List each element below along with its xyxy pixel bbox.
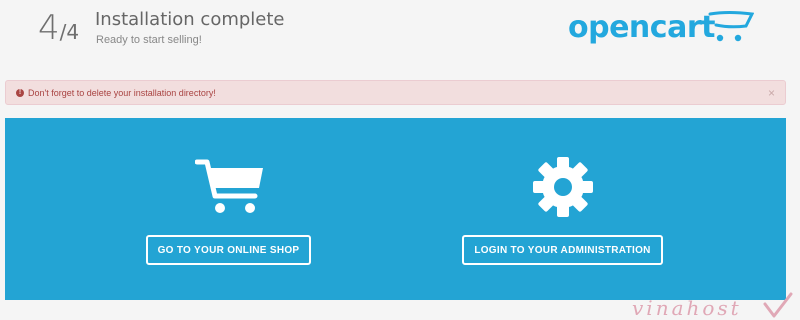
shopping-cart-icon [195,159,263,213]
alert-message: Don't forget to delete your installation… [28,87,216,98]
checkmark-icon [763,292,793,318]
opencart-logo: opencart [568,8,758,48]
alert-close-button[interactable]: × [768,86,775,100]
step-total: /4 [59,20,80,44]
logo-text: opencart [568,10,715,45]
next-steps-panel: GO TO YOUR ONLINE SHOP LOGIN TO YOUR ADM… [5,118,786,300]
login-admin-button[interactable]: LOGIN TO YOUR ADMINISTRATION [462,235,663,265]
warning-alert: ! Don't forget to delete your installati… [5,80,786,105]
watermark-text: vinahost [632,296,742,320]
gear-icon [533,157,593,217]
exclamation-circle-icon: ! [16,88,24,97]
page-title: Installation complete [95,9,285,30]
header: 4/4 Installation complete Ready to start… [0,0,800,70]
step-indicator: 4/4 [38,8,79,48]
step-current: 4 [38,8,60,48]
go-to-shop-button[interactable]: GO TO YOUR ONLINE SHOP [146,235,311,265]
page-subtitle: Ready to start selling! [96,34,202,46]
logo-cart-icon [708,11,754,42]
